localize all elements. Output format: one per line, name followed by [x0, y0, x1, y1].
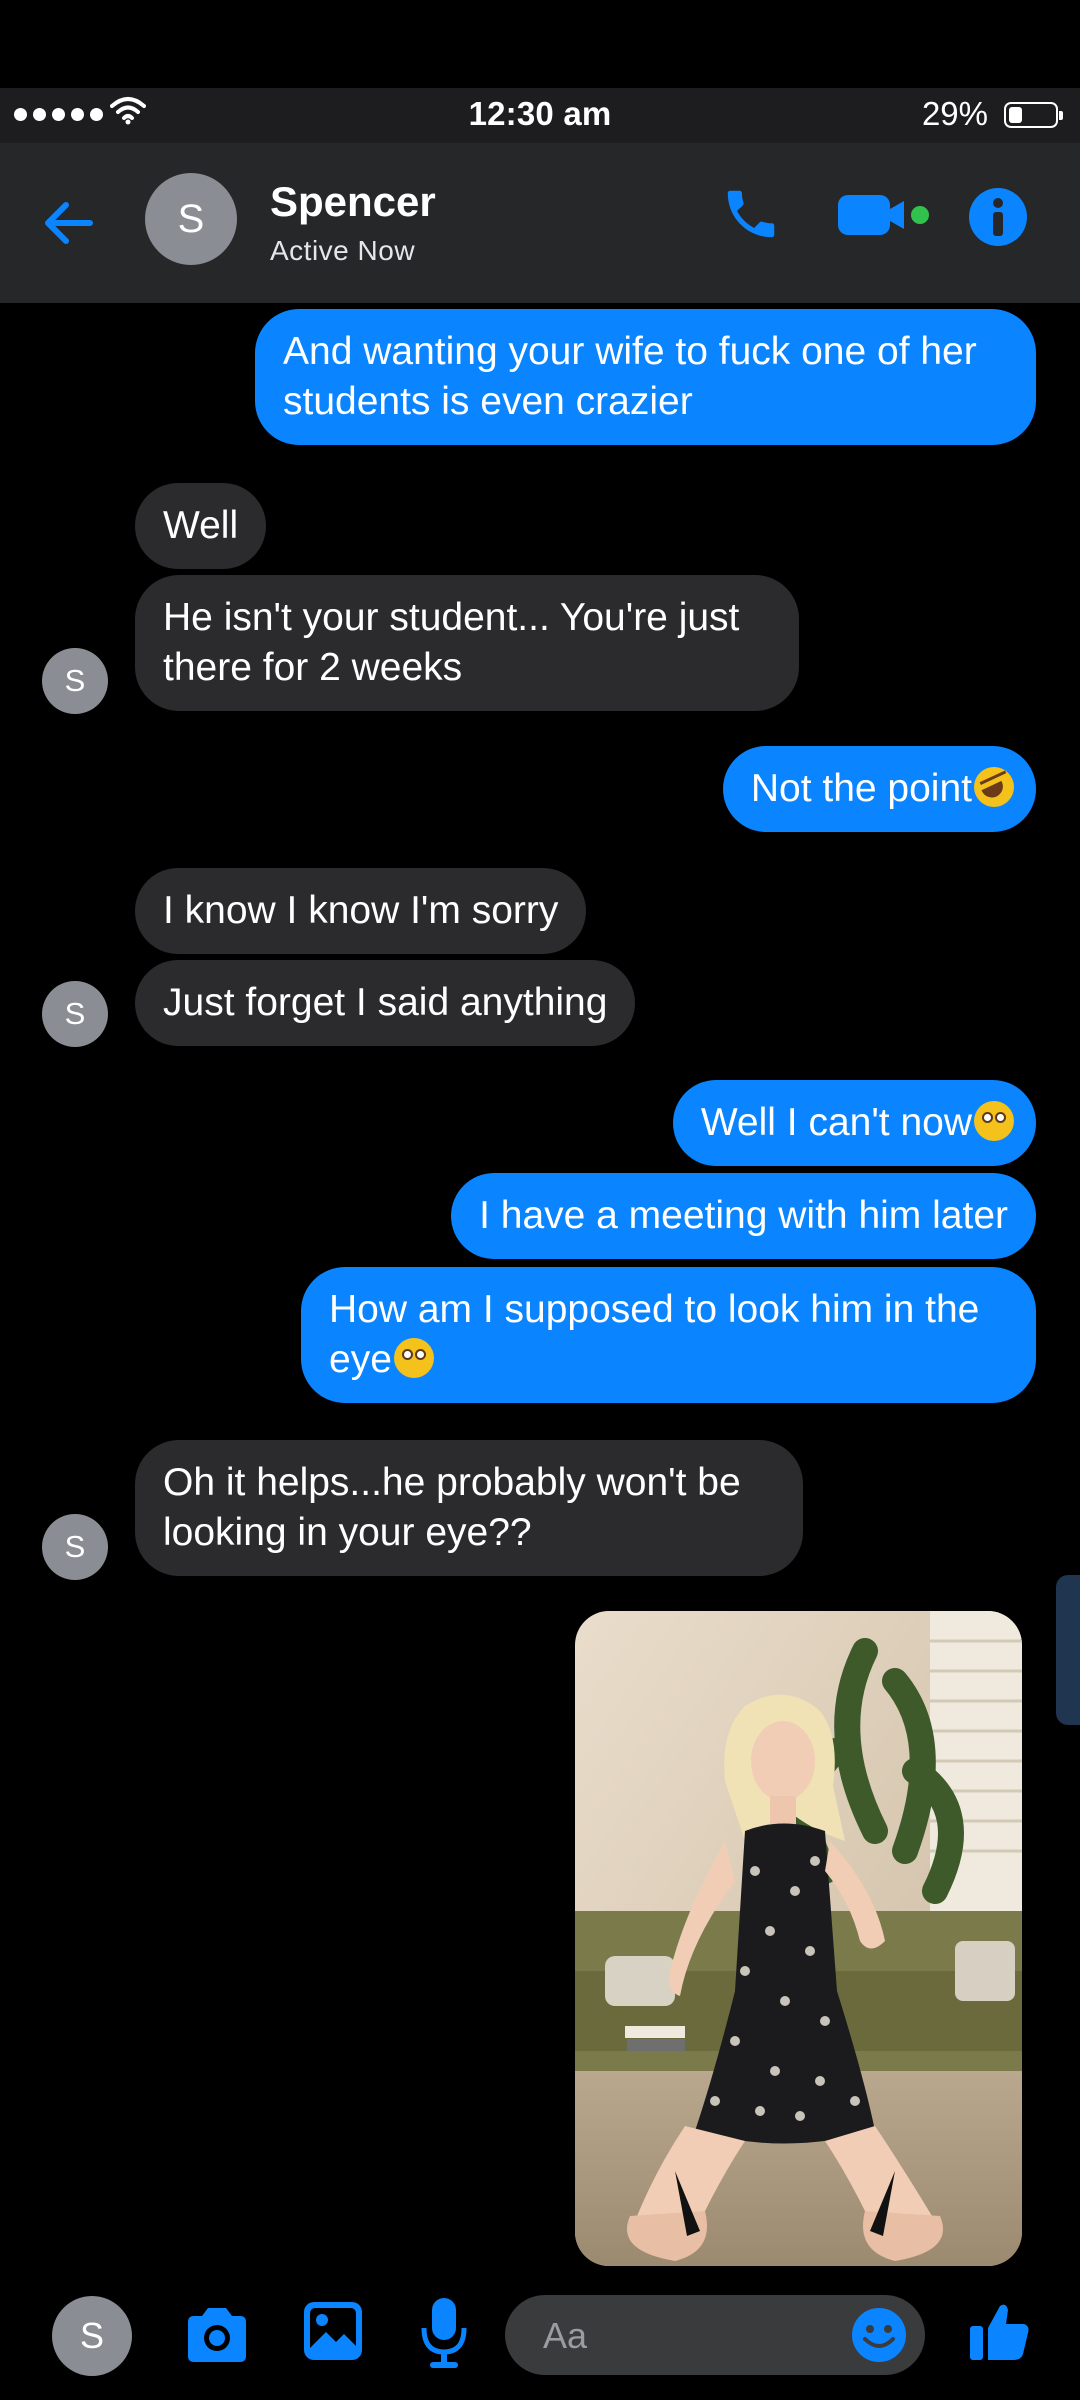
- message-text: And wanting your wife to fuck one of her…: [283, 330, 977, 423]
- message-bubble-outgoing[interactable]: Well I can't now: [672, 1080, 1036, 1166]
- top-bezel: [0, 0, 1080, 88]
- message-text: Well: [163, 504, 239, 547]
- message-bubble-incoming[interactable]: Oh it helps...he probably won't be looki…: [135, 1440, 803, 1576]
- conversation-header: S Spencer Active Now: [0, 143, 1080, 303]
- contact-status: Active Now: [270, 235, 416, 266]
- battery-percent: 29%: [921, 95, 988, 132]
- message-text: He isn't your student... You're just the…: [163, 596, 740, 689]
- phone-icon[interactable]: [720, 183, 782, 245]
- message-text: I know I know I'm sorry: [163, 889, 559, 932]
- info-icon[interactable]: [968, 187, 1028, 247]
- message-input-box[interactable]: [505, 2295, 925, 2375]
- message-text: Well I can't now: [700, 1101, 972, 1144]
- status-time: 12:30 am: [468, 95, 612, 132]
- gallery-icon[interactable]: [300, 2298, 366, 2364]
- thumbs-up-icon[interactable]: [966, 2298, 1032, 2364]
- contact-name[interactable]: Spencer: [270, 178, 436, 226]
- message-text: I have a meeting with him later: [479, 1194, 1008, 1237]
- message-text: Not the point: [750, 767, 972, 810]
- message-bubble-incoming[interactable]: I know I know I'm sorry: [135, 868, 587, 954]
- video-camera-icon[interactable]: [838, 191, 934, 243]
- flushed-face-emoji-icon: [974, 1101, 1014, 1141]
- emoji-icon[interactable]: [851, 2307, 907, 2363]
- composer-avatar[interactable]: S: [52, 2296, 132, 2376]
- message-bubble-incoming[interactable]: Well: [135, 483, 267, 569]
- microphone-icon[interactable]: [418, 2296, 470, 2372]
- message-bubble-outgoing[interactable]: Not the point: [722, 746, 1036, 832]
- contact-avatar-small[interactable]: S: [42, 981, 108, 1047]
- rolling-laughing-emoji-icon: [974, 767, 1014, 807]
- flushed-face-emoji-icon: [393, 1338, 434, 1378]
- contact-avatar[interactable]: S: [145, 173, 237, 265]
- message-bubble-incoming[interactable]: Just forget I said anything: [135, 960, 636, 1046]
- camera-icon[interactable]: [182, 2300, 252, 2370]
- message-text: Just forget I said anything: [163, 981, 608, 1024]
- message-composer: S: [0, 2278, 1080, 2400]
- message-input[interactable]: [541, 2309, 845, 2363]
- message-bubble-outgoing[interactable]: How am I supposed to look him in the eye: [301, 1267, 1036, 1403]
- contact-avatar-small[interactable]: S: [42, 648, 108, 714]
- photo-message[interactable]: [575, 1611, 1022, 2266]
- message-bubble-outgoing[interactable]: I have a meeting with him later: [451, 1173, 1036, 1259]
- contact-avatar-small[interactable]: S: [42, 1514, 108, 1580]
- status-bar: 12:30 am 29%: [0, 88, 1080, 143]
- message-bubble-outgoing[interactable]: And wanting your wife to fuck one of her…: [255, 309, 1036, 445]
- back-arrow-icon[interactable]: [40, 191, 104, 255]
- battery-icon: [1004, 102, 1063, 128]
- message-bubble-incoming[interactable]: He isn't your student... You're just the…: [135, 575, 799, 711]
- scroll-indicator[interactable]: [1056, 1575, 1080, 1725]
- message-text: Oh it helps...he probably won't be looki…: [163, 1461, 741, 1554]
- message-thread[interactable]: And wanting your wife to fuck one of her…: [0, 303, 1080, 2278]
